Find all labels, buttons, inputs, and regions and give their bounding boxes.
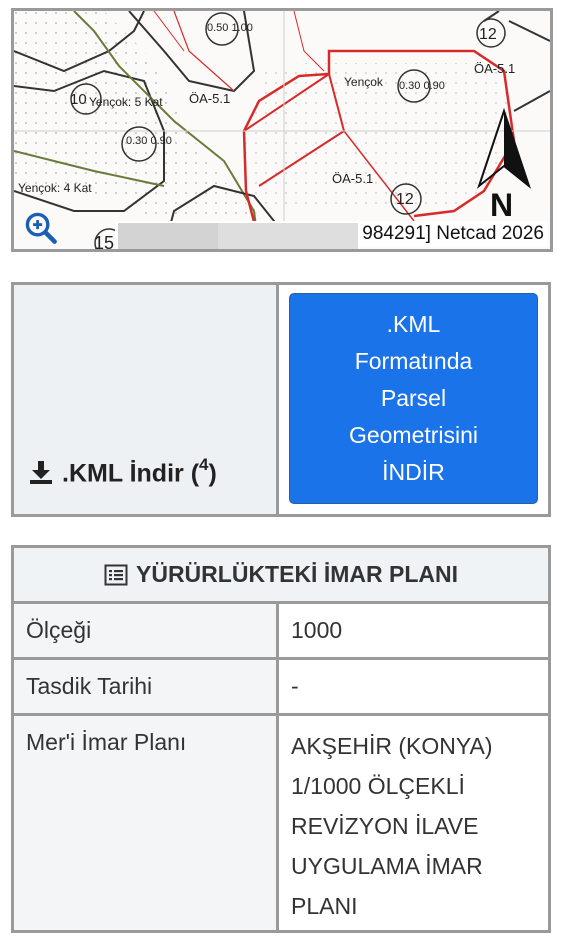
- map-attribution-text: 984291] Netcad 2026: [362, 223, 544, 244]
- scale-label: Ölçeği: [14, 604, 279, 657]
- map-label-12-bottom: 12: [396, 191, 414, 208]
- compass-north-label: N: [490, 187, 513, 223]
- map-label-yencok-4kat: Yençok: 4 Kat: [18, 181, 92, 195]
- map-label-oa-right: ÖA-5.1: [474, 61, 515, 76]
- kml-button-line: .KML: [386, 311, 441, 337]
- map-label-yencok: Yençok: [344, 75, 384, 89]
- zoom-in-button[interactable]: [24, 211, 58, 245]
- list-icon: [104, 564, 128, 585]
- kml-button-line: Parsel: [380, 385, 447, 411]
- table-row: Ölçeği 1000: [14, 604, 548, 660]
- kml-button-line: Geometrisini: [348, 422, 479, 448]
- table-row: Mer'i İmar Planı AKŞEHİR (KONYA) 1/1000 …: [14, 716, 548, 930]
- kml-download-label: .KML İndir (: [62, 459, 200, 487]
- current-plan-label: Mer'i İmar Planı: [14, 716, 279, 930]
- parcel-map[interactable]: 10 Yençok: 5 Kat 0.30 0.90 0.50 1.00 ÖA-…: [11, 8, 553, 252]
- current-plan-line: AKŞEHİR (KONYA): [291, 733, 493, 759]
- zoning-plan-header: YÜRÜRLÜKTEKİ İMAR PLANI: [14, 548, 548, 604]
- zoning-plan-title: YÜRÜRLÜKTEKİ İMAR PLANI: [136, 561, 458, 587]
- map-label-yencok-5kat: Yençok: 5 Kat: [89, 95, 163, 109]
- map-label-10: 10: [70, 91, 87, 108]
- map-label-ratio-right: 0.30 0.90: [399, 80, 445, 92]
- kml-panel: .KML İndir (4) .KML Formatında Parsel Ge…: [11, 282, 551, 517]
- zoning-plan-table: YÜRÜRLÜKTEKİ İMAR PLANI Ölçeği 1000 Tasd…: [11, 545, 551, 933]
- kml-parcel-download-button[interactable]: .KML Formatında Parsel Geometrisini İNDİ…: [289, 293, 538, 504]
- current-plan-line: 1/1000 ÖLÇEKLİ: [291, 773, 465, 799]
- kml-download-cell: .KML İndir (4): [14, 285, 279, 514]
- zoom-in-icon: [25, 212, 57, 244]
- kml-button-line: Formatında: [354, 348, 473, 374]
- kml-button-line: İNDİR: [382, 459, 445, 485]
- current-plan-value: AKŞEHİR (KONYA) 1/1000 ÖLÇEKLİ REVİZYON …: [279, 716, 548, 930]
- redacted-area: [118, 223, 218, 249]
- map-label-oa-top: ÖA-5.1: [189, 91, 230, 106]
- map-label-ratio-left: 0.30 0.90: [126, 135, 172, 147]
- map-label-15: 15: [94, 233, 114, 249]
- current-plan-line: REVİZYON İLAVE: [291, 813, 479, 839]
- kml-download-link[interactable]: .KML İndir (4): [28, 454, 217, 488]
- map-label-12-top: 12: [479, 26, 497, 43]
- map-label-ratio-top: 0.50 1.00: [207, 22, 253, 34]
- redacted-area: [218, 223, 358, 249]
- approval-date-label: Tasdik Tarihi: [14, 660, 279, 713]
- map-label-oa-mid: ÖA-5.1: [332, 171, 373, 186]
- scale-value: 1000: [279, 604, 548, 657]
- current-plan-line: PLANI: [291, 893, 358, 919]
- approval-date-value: -: [279, 660, 548, 713]
- download-icon: [30, 461, 52, 485]
- kml-button-cell: .KML Formatında Parsel Geometrisini İNDİ…: [279, 285, 548, 514]
- table-row: Tasdik Tarihi -: [14, 660, 548, 716]
- kml-download-close: ): [208, 459, 217, 487]
- kml-download-count: 4: [199, 454, 209, 474]
- map-canvas: 10 Yençok: 5 Kat 0.30 0.90 0.50 1.00 ÖA-…: [14, 11, 550, 249]
- current-plan-line: UYGULAMA İMAR: [291, 853, 483, 879]
